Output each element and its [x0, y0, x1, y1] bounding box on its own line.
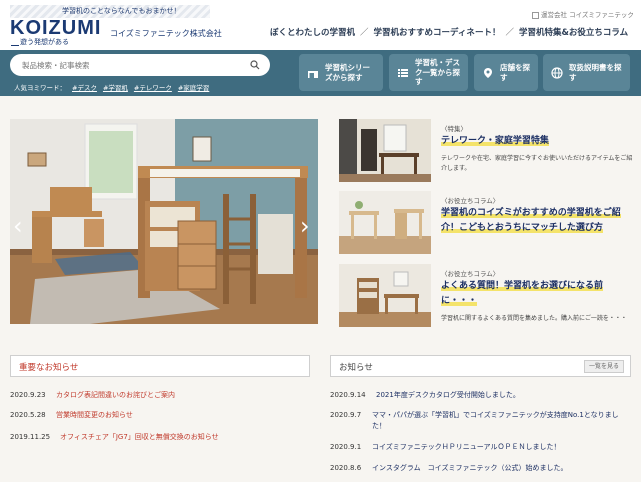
news-link[interactable]: カタログ表記間違いのお詫びとご案内 — [56, 390, 175, 401]
nav-separator: ／ — [505, 28, 514, 38]
popular-label: 人気ヨミワード： — [14, 84, 66, 92]
desk-icon — [308, 70, 318, 78]
telework-room-thumbnail[interactable] — [339, 119, 431, 182]
popular-keywords: 人気ヨミワード： #デスク #学習机 #テレワーク #家庭学習 — [14, 82, 209, 92]
feature-telework[interactable]: 〈特集〉 テレワーク・家庭学習特集 テレワークや在宅、家庭学習に今すぐお使いいた… — [339, 119, 634, 182]
news-link[interactable]: 営業時間変更のお知らせ — [56, 410, 133, 421]
store-search-button[interactable]: 店舗を探す — [474, 54, 538, 91]
slider-next-arrow[interactable]: › — [300, 212, 310, 240]
desk-list-label: 学習机・デスク一覧から探す — [415, 58, 460, 87]
operator-link-label: 運営会社 コイズミファニテック — [541, 11, 634, 19]
manual-search-button[interactable]: 取扱説明書を探す — [543, 54, 630, 91]
feature-tag: 〈お役立ちコラム〉 — [441, 270, 500, 278]
news-date: 2020.5.28 — [10, 411, 46, 419]
external-link-icon — [532, 11, 539, 19]
news-link[interactable]: インスタグラム コイズミファニテック（公式）始めました。 — [372, 463, 567, 474]
top-nav: ぼくとわたしの学習机 ／ 学習机おすすめコーディネート！ ／ 学習机特集&お役立ちコラム — [270, 26, 628, 38]
feature-faq-column[interactable]: 〈お役立ちコラム〉 よくある質問！学習机をお選びになる前に・・・ 学習机に関する… — [339, 264, 634, 327]
keyword-link[interactable]: #学習机 — [103, 84, 128, 92]
news-link[interactable]: コイズミファニテックＨＰリニューアルＯＰＥＮしました！ — [372, 442, 560, 453]
search-box — [10, 54, 270, 76]
news-header: お知らせ 一覧を見る — [330, 355, 631, 377]
feature-description: 学習机に関するよくある質問を集めました。購入前にご一読を・・・ — [441, 315, 627, 322]
feature-description: テレワークや在宅、家庭学習に今すぐお使いいただけるアイテムをご紹介します。 — [441, 155, 633, 172]
search-icon[interactable] — [250, 60, 260, 70]
hero-slider-image[interactable] — [10, 119, 318, 324]
news-date: 2020.9.14 — [330, 391, 366, 399]
news-title: お知らせ — [339, 363, 373, 373]
keyword-link[interactable]: #テレワーク — [134, 84, 172, 92]
series-search-label: 学習机シリーズから探す — [325, 63, 370, 82]
important-news-title: 重要なお知らせ — [19, 363, 79, 373]
news-date: 2020.9.7 — [330, 411, 362, 419]
feature-title[interactable]: よくある質問！学習机をお選びになる前に・・・ — [441, 279, 633, 309]
company-name: コイズミファニテック株式会社 — [110, 29, 222, 38]
important-news-header: 重要なお知らせ — [10, 355, 310, 377]
news-date: 2020.8.6 — [330, 464, 362, 472]
operator-link[interactable]: 運営会社 コイズミファニテック — [532, 9, 634, 19]
page: 学習机のことならなんでもおまかせ！ KOIZUMI 遊う発想がある コイズミファ… — [0, 0, 641, 482]
logo-subtext: 遊う発想がある — [20, 38, 69, 46]
series-search-button[interactable]: 学習机シリーズから探す — [299, 54, 383, 91]
study-desk-thumbnail[interactable] — [339, 191, 431, 254]
news-link[interactable]: 2021年度デスクカタログ受付開始しました。 — [376, 390, 520, 401]
news-date: 2020.9.23 — [10, 391, 46, 399]
feature-tag: 〈お役立ちコラム〉 — [441, 197, 500, 205]
kids-room-desk-photo — [10, 119, 318, 324]
map-pin-icon — [484, 67, 492, 78]
list-icon — [398, 68, 408, 77]
faq-desk-thumbnail[interactable] — [339, 264, 431, 327]
news-link[interactable]: オフィスチェア「JG7」回収と無償交換のお知らせ — [60, 432, 219, 443]
globe-icon — [551, 66, 563, 79]
news-date: 2019.11.25 — [10, 433, 51, 441]
news-date: 2020.9.1 — [330, 443, 362, 451]
keyword-link[interactable]: #家庭学習 — [178, 84, 209, 92]
slider-prev-arrow[interactable]: ‹ — [13, 212, 23, 240]
search-band: 人気ヨミワード：#デスク#学習机#テレワーク#家庭学習 学習机シリーズから探す … — [0, 50, 641, 96]
keyword-link[interactable]: #デスク — [72, 84, 97, 92]
feature-recommend-column[interactable]: 〈お役立ちコラム〉 学習机のコイズミがおすすめの学習机をご紹介！こどもとおうちに… — [339, 191, 634, 254]
feature-tag: 〈特集〉 — [441, 125, 467, 133]
store-search-label: 店舗を探す — [500, 63, 530, 82]
manual-search-label: 取扱説明書を探す — [569, 63, 622, 82]
nav-link-my-desk[interactable]: ぼくとわたしの学習机 — [270, 28, 355, 38]
feature-title[interactable]: テレワーク・家庭学習特集 — [441, 134, 633, 149]
feature-title[interactable]: 学習机のコイズミがおすすめの学習机をご紹介！こどもとおうちにマッチした選び方 — [441, 206, 633, 236]
desk-list-button[interactable]: 学習机・デスク一覧から探す — [389, 54, 468, 91]
nav-separator: ／ — [360, 28, 369, 38]
site-header: 学習机のことならなんでもおまかせ！ KOIZUMI 遊う発想がある コイズミファ… — [0, 0, 641, 50]
nav-link-coordinate[interactable]: 学習机おすすめコーディネート！ — [374, 28, 501, 38]
logo-underline — [11, 45, 19, 46]
nav-link-column[interactable]: 学習机特集&お役立ちコラム — [519, 28, 628, 38]
news-link[interactable]: ママ・パパが選ぶ「学習机」でコイズミファニテックが支持度No.1となりました！ — [372, 410, 630, 432]
search-input[interactable] — [22, 58, 222, 72]
news-more-button[interactable]: 一覧を見る — [584, 360, 624, 373]
